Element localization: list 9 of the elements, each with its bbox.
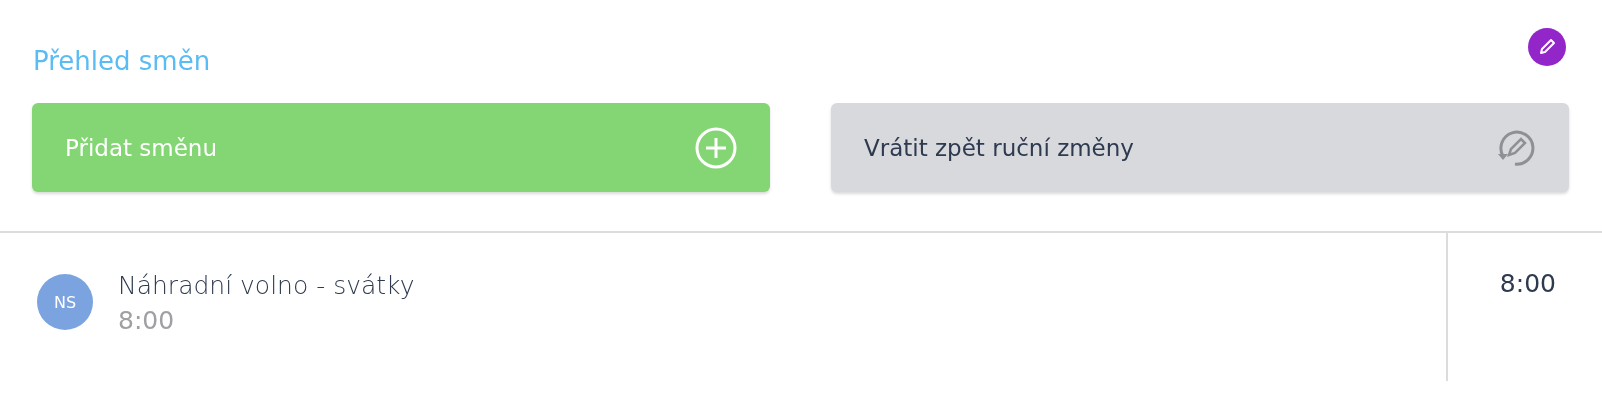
shift-name: Náhradní volno - svátky [118,271,415,300]
shift-total: 8:00 [1499,269,1556,298]
revert-changes-button[interactable]: Vrátit zpět ruční změny [831,103,1569,192]
pencil-icon [1537,37,1557,57]
plus-circle-icon [694,125,738,170]
page-title: Přehled směn [33,46,211,76]
avatar: NS [37,274,93,330]
shift-duration: 8:00 [118,306,176,335]
edit-button[interactable] [1528,28,1566,66]
